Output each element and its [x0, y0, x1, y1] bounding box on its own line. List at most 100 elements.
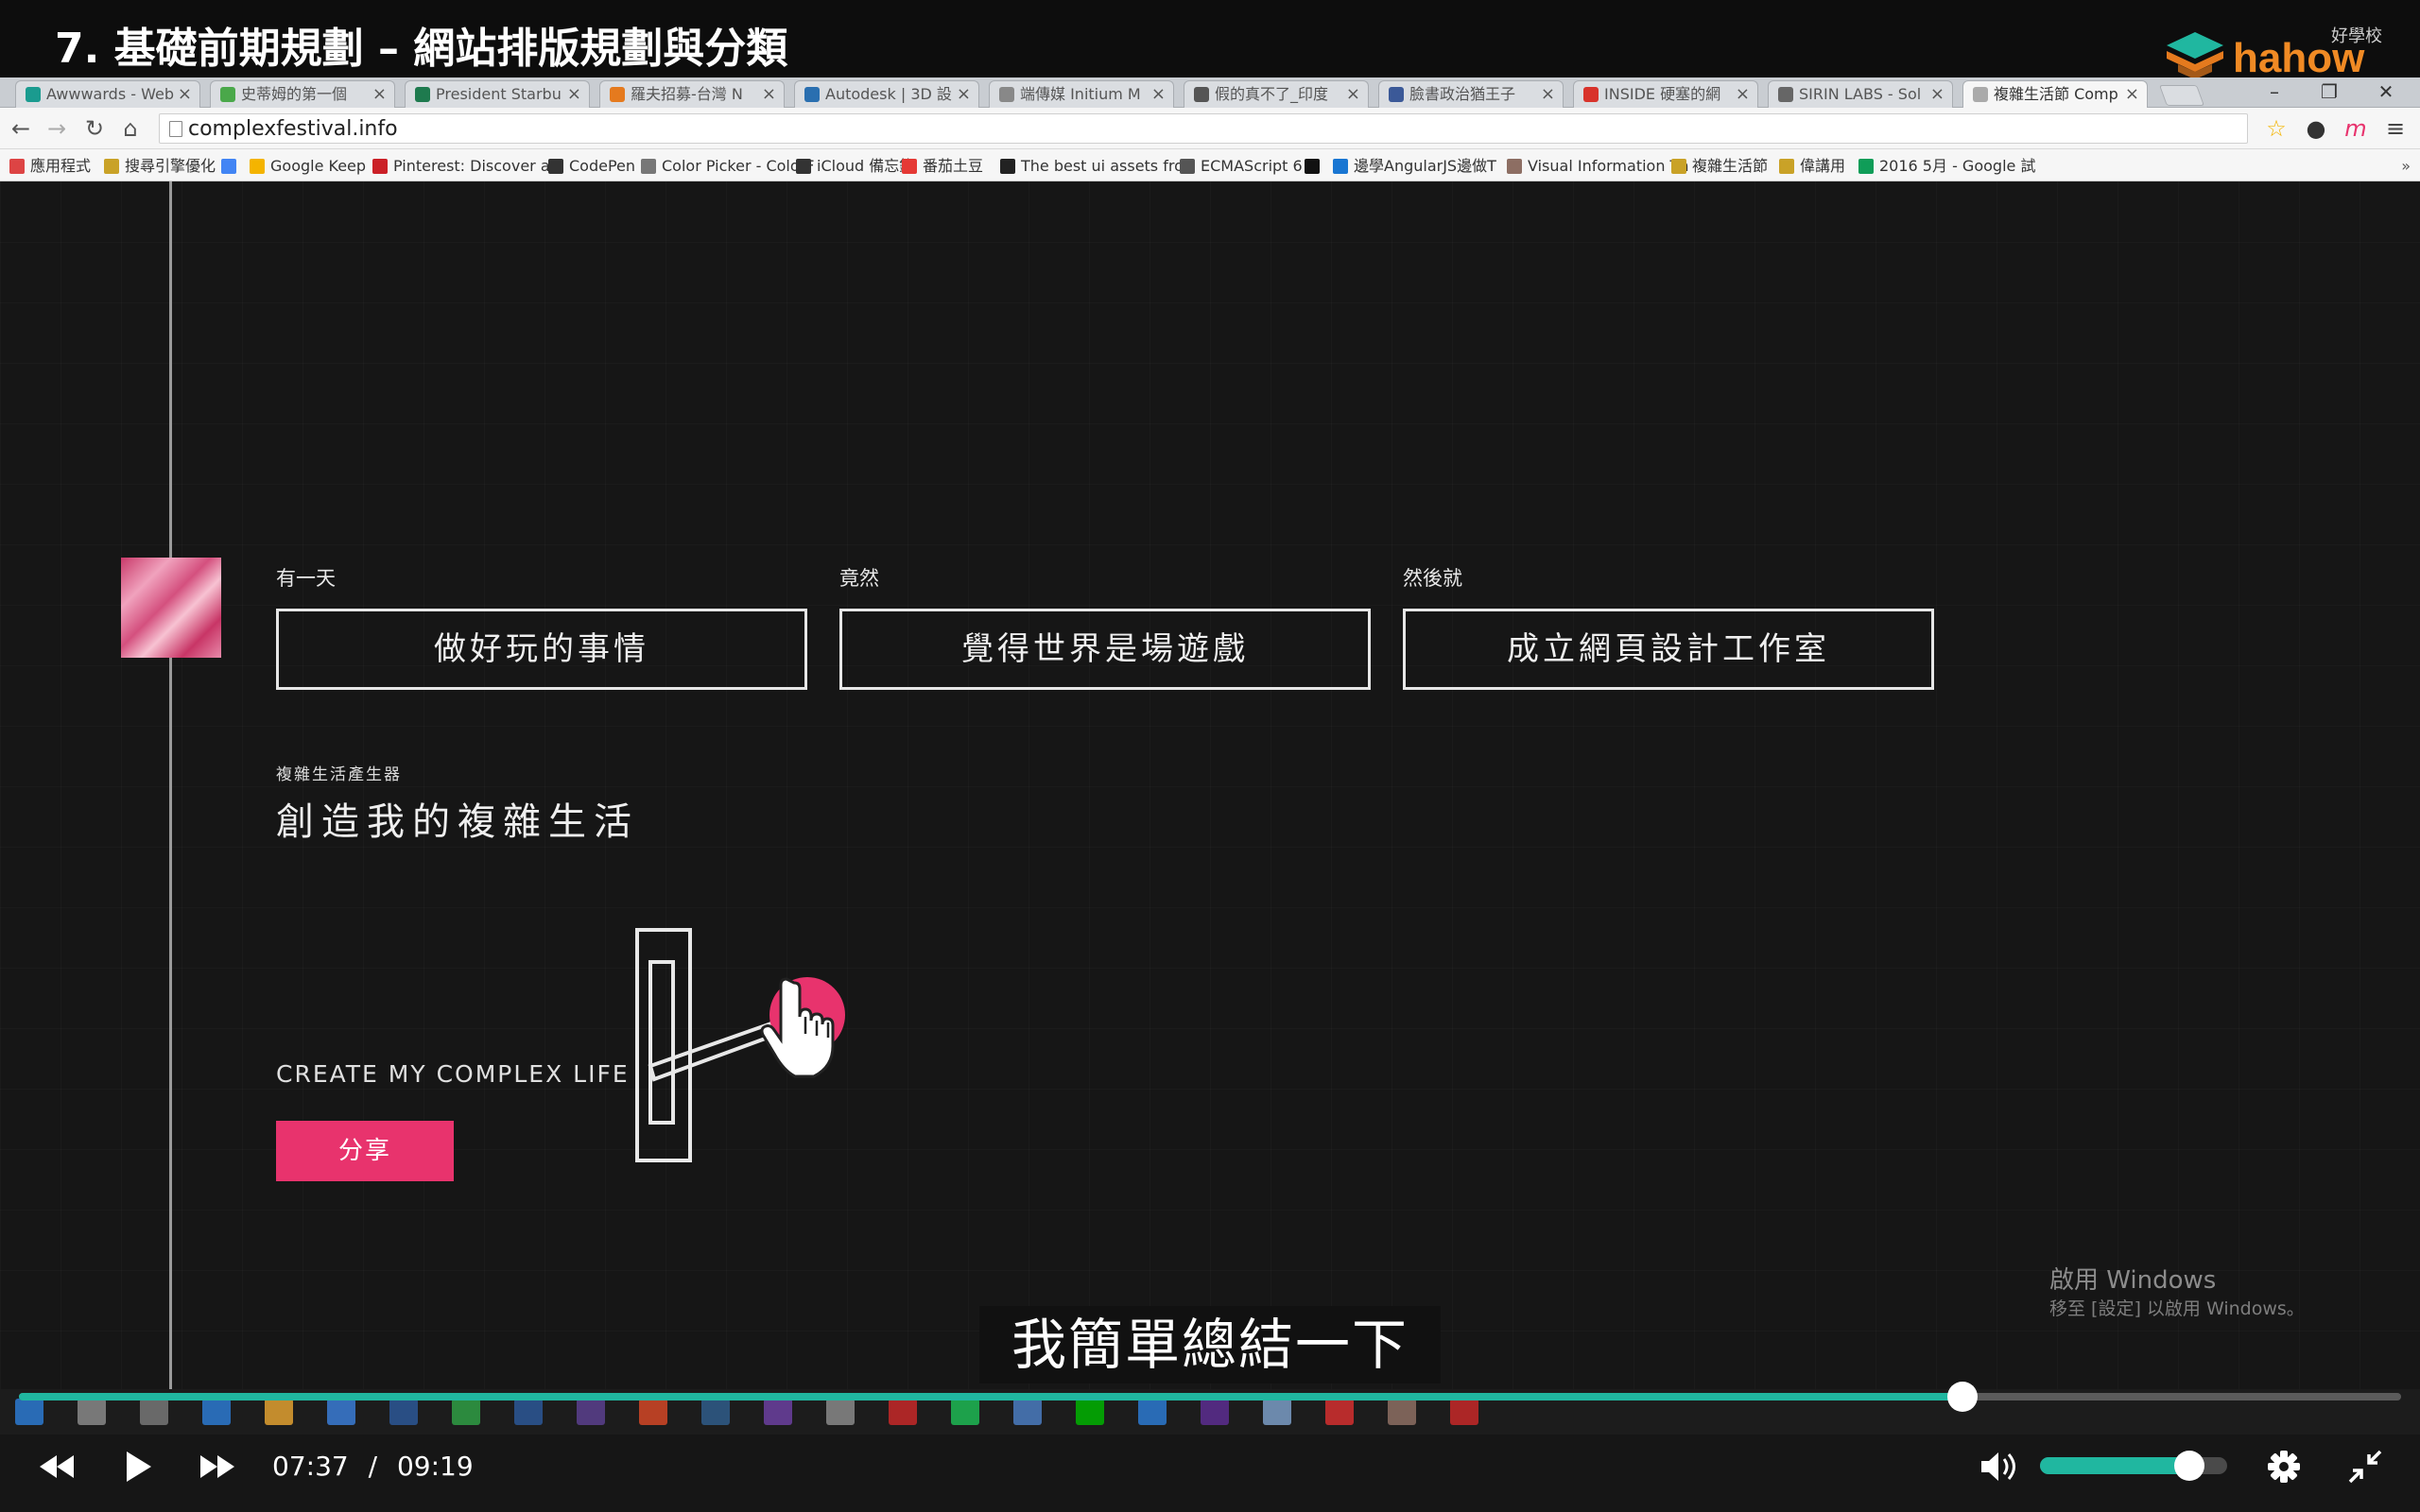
- bookmark-favicon-icon: [9, 159, 25, 174]
- tab-close-icon[interactable]: ×: [178, 81, 192, 107]
- volume-handle[interactable]: [2174, 1451, 2205, 1481]
- headline-english: CREATE MY COMPLEX LIFE: [276, 1060, 630, 1088]
- browser-tab[interactable]: SIRIN LABS - Sol ×: [1768, 80, 1953, 108]
- tab-label: INSIDE 硬塞的網: [1604, 85, 1721, 103]
- browser-tab[interactable]: 史蒂姆的第一個 ×: [210, 80, 395, 108]
- bookmark-item[interactable]: Pinterest: Discover a: [372, 156, 550, 177]
- close-window-button[interactable]: ✕: [2360, 79, 2412, 104]
- tab-close-icon[interactable]: ×: [1930, 81, 1945, 107]
- extension-m-icon[interactable]: m: [2342, 115, 2369, 142]
- tab-label: Awwwards - Web: [46, 85, 174, 103]
- bookmark-item[interactable]: Color Picker - ColorF: [641, 156, 814, 177]
- total-time: 09:19: [396, 1451, 474, 1482]
- fast-forward-icon[interactable]: [189, 1438, 246, 1495]
- restore-button[interactable]: ❐: [2303, 79, 2356, 104]
- browser-tab[interactable]: President Starbu ×: [405, 80, 590, 108]
- browser-tab[interactable]: 複雜生活節 Comp ×: [1962, 80, 2148, 108]
- bookmark-label: ECMAScript 6: [1201, 157, 1303, 175]
- browser-tab[interactable]: 假的真不了_印度 ×: [1184, 80, 1369, 108]
- bookmark-item[interactable]: 2016 5月 - Google 試: [1858, 156, 2035, 177]
- tab-favicon-icon: [1583, 87, 1599, 102]
- bookmark-label: 番茄土豆: [923, 157, 984, 175]
- brand-sub: 好學校: [2331, 26, 2382, 46]
- tab-favicon-icon: [1778, 87, 1793, 102]
- settings-gear-icon[interactable]: [2256, 1438, 2312, 1495]
- tab-close-icon[interactable]: ×: [957, 81, 971, 107]
- bookmark-favicon-icon: [250, 159, 265, 174]
- browser-tab[interactable]: Autodesk | 3D 設 ×: [794, 80, 979, 108]
- bookmark-item[interactable]: Visual Information Th: [1507, 156, 1688, 177]
- player-controls: 07:37 / 09:19: [0, 1380, 2420, 1512]
- browser-tab[interactable]: 羅夫招募-台灣 N ×: [599, 80, 785, 108]
- more-bookmarks-icon[interactable]: »: [2401, 156, 2411, 177]
- tab-favicon-icon: [1973, 87, 1988, 102]
- bookmark-item[interactable]: The best ui assets fro: [1000, 156, 1184, 177]
- reload-icon[interactable]: ↻: [81, 115, 108, 142]
- bookmark-item[interactable]: 邊學AngularJS邊做T: [1333, 156, 1496, 177]
- bookmark-favicon-icon: [1671, 159, 1686, 174]
- browser-tab[interactable]: 臉書政治猶王子 ×: [1378, 80, 1564, 108]
- address-bar[interactable]: complexfestival.info: [159, 113, 2248, 144]
- volume-icon[interactable]: [1968, 1438, 2025, 1495]
- bookmark-item[interactable]: Google Keep: [250, 156, 366, 177]
- tab-favicon-icon: [415, 87, 430, 102]
- bookmark-item[interactable]: [1305, 156, 1325, 177]
- bookmark-item[interactable]: CodePen: [548, 156, 635, 177]
- browser-tab[interactable]: Awwwards - Web ×: [15, 80, 200, 108]
- brand-logo: hahow 好學校: [2165, 23, 2382, 81]
- menu-icon[interactable]: ≡: [2382, 115, 2409, 142]
- bookmark-label: iCloud 備忘錄: [817, 157, 915, 175]
- home-icon[interactable]: ⌂: [117, 115, 144, 142]
- tab-close-icon[interactable]: ×: [1151, 81, 1166, 107]
- tab-label: 假的真不了_印度: [1215, 85, 1329, 103]
- tab-close-icon[interactable]: ×: [567, 81, 581, 107]
- bookmark-label: 應用程式: [30, 157, 92, 175]
- tab-close-icon[interactable]: ×: [762, 81, 776, 107]
- progress-bar[interactable]: [19, 1382, 2401, 1412]
- bookmark-favicon-icon: [104, 159, 119, 174]
- tab-label: 史蒂姆的第一個: [241, 85, 348, 103]
- tab-close-icon[interactable]: ×: [1736, 81, 1750, 107]
- option-box-2[interactable]: 覺得世界是場遊戲: [839, 609, 1371, 690]
- bookmark-item[interactable]: 番茄土豆: [902, 156, 983, 177]
- option-box-1[interactable]: 做好玩的事情: [276, 609, 807, 690]
- tab-close-icon[interactable]: ×: [1541, 81, 1555, 107]
- browser-tab[interactable]: 端傳媒 Initium M ×: [989, 80, 1174, 108]
- browser-tab[interactable]: INSIDE 硬塞的網 ×: [1573, 80, 1758, 108]
- exit-fullscreen-icon[interactable]: [2337, 1438, 2394, 1495]
- progress-handle[interactable]: [1946, 1382, 1978, 1412]
- column-label-1: 有一天: [276, 567, 336, 590]
- pink-texture-image: [121, 558, 221, 658]
- volume-slider[interactable]: [2040, 1451, 2227, 1481]
- bookmark-item[interactable]: 搜尋引擎優化: [104, 156, 216, 177]
- bookmark-favicon-icon: [902, 159, 917, 174]
- new-tab-button[interactable]: [2158, 85, 2205, 106]
- forward-arrow-icon[interactable]: →: [43, 115, 70, 142]
- address-bar-url[interactable]: complexfestival.info: [188, 119, 398, 140]
- play-icon[interactable]: [108, 1438, 164, 1495]
- tab-favicon-icon: [220, 87, 235, 102]
- tab-close-icon[interactable]: ×: [2125, 81, 2139, 107]
- bookmark-item[interactable]: ECMAScript 6: [1180, 156, 1303, 177]
- bookmark-favicon-icon: [641, 159, 656, 174]
- bookmark-item[interactable]: iCloud 備忘錄: [796, 156, 914, 177]
- bookmark-item[interactable]: 複雜生活節: [1671, 156, 1768, 177]
- video-player: 7. 基礎前期規劃 – 網站排版規劃與分類 hahow 好學校 Awwwards…: [0, 0, 2420, 1512]
- tab-label: 臉書政治猶王子: [1409, 85, 1516, 103]
- share-button[interactable]: 分享: [276, 1121, 454, 1181]
- tab-close-icon[interactable]: ×: [372, 81, 387, 107]
- video-title: 7. 基礎前期規劃 – 網站排版規劃與分類: [55, 25, 788, 73]
- rewind-icon[interactable]: [28, 1438, 85, 1495]
- browser-tabstrip: Awwwards - Web × 史蒂姆的第一個 × President Starbu ×…: [0, 77, 2420, 108]
- bookmark-item[interactable]: [221, 156, 242, 177]
- minimize-button[interactable]: –: [2248, 79, 2301, 104]
- bookmark-item[interactable]: 應用程式: [9, 156, 91, 177]
- back-arrow-icon[interactable]: ←: [8, 115, 34, 142]
- bookmark-star-icon[interactable]: ☆: [2263, 115, 2290, 142]
- bookmark-item[interactable]: 偉講用: [1779, 156, 1845, 177]
- time-display: 07:37 / 09:19: [272, 1453, 474, 1480]
- extension-icon[interactable]: ●: [2303, 115, 2329, 142]
- timeline-line: [169, 181, 172, 1389]
- tab-close-icon[interactable]: ×: [1346, 81, 1360, 107]
- option-box-3[interactable]: 成立網頁設計工作室: [1403, 609, 1934, 690]
